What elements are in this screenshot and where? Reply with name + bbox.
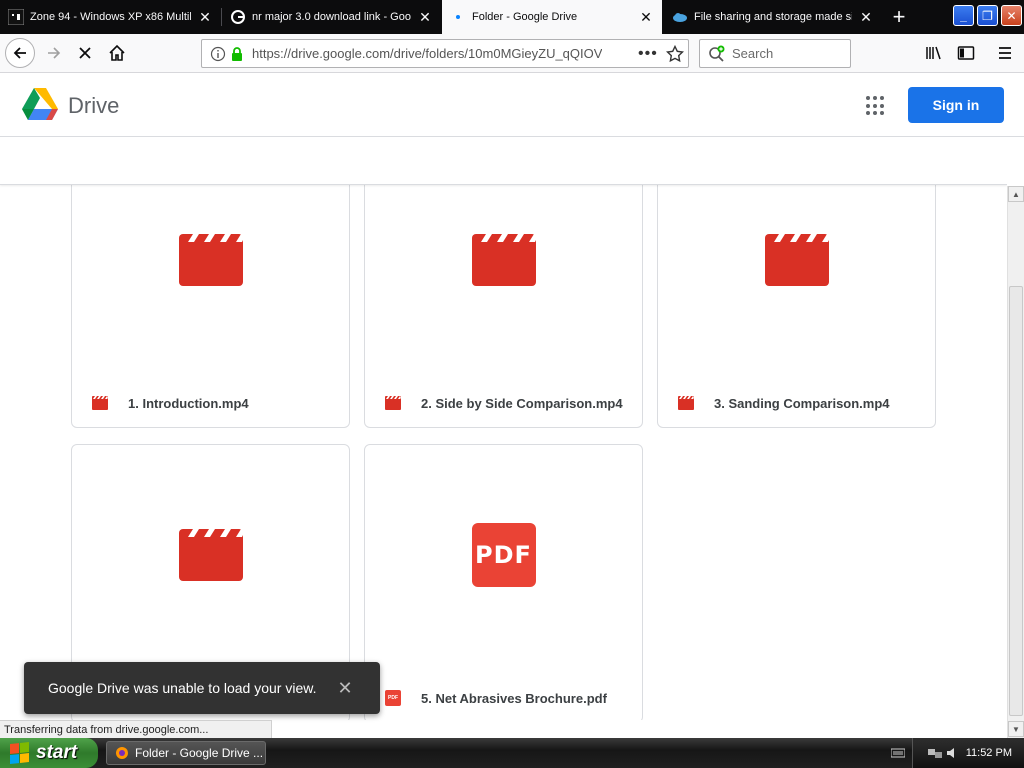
tab-google-drive[interactable]: Folder - Google Drive ✕ [442,0,662,34]
home-icon [109,44,125,61]
video-clapper-icon [178,529,243,581]
video-clapper-icon [764,234,829,286]
forward-arrow-icon [48,47,61,59]
video-file-icon [678,396,694,410]
restore-button[interactable]: ❐ [977,5,998,26]
zone94-icon [8,9,24,25]
google-g-icon [230,9,246,25]
file-name: 2. Side by Side Comparison.mp4 [421,395,623,411]
video-clapper-icon [471,234,536,286]
search-placeholder: Search [732,46,774,61]
start-label: start [36,742,78,763]
library-icon [926,46,941,60]
tab-file-sharing[interactable]: File sharing and storage made sir ✕ [664,0,882,34]
tab-zone94[interactable]: Zone 94 - Windows XP x86 Multili ✕ [0,0,221,34]
cloud-icon [672,9,688,25]
system-tray: 11:52 PM [890,738,1024,768]
network-icon[interactable] [927,746,943,763]
info-icon[interactable] [210,46,226,65]
taskbar-window-label: Folder - Google Drive ... [135,746,264,760]
close-window-button[interactable]: ✕ [1001,5,1022,26]
search-box[interactable]: Search [699,39,851,68]
tab-strip: Zone 94 - Windows XP x86 Multili ✕ nr ma… [0,0,1024,34]
file-footer: PDF 5. Net Abrasives Brochure.pdf [365,674,642,720]
tab-google-search[interactable]: nr major 3.0 download link - Goo ✕ [222,0,441,34]
menu-button[interactable] [991,39,1019,67]
google-drive-logo-icon[interactable] [21,87,59,126]
tab-title: Folder - Google Drive [472,11,578,23]
close-tab-icon[interactable]: ✕ [858,9,874,25]
error-snackbar: Google Drive was unable to load your vie… [24,662,380,714]
minimize-button[interactable]: _ [953,5,974,26]
snackbar-message: Google Drive was unable to load your vie… [48,680,317,696]
forward-button[interactable] [40,39,68,67]
loading-dot-icon [450,9,466,25]
file-thumbnail: PDF [365,445,642,665]
google-apps-grid-icon[interactable] [866,96,886,116]
vertical-scrollbar[interactable]: ▲ ▼ [1007,186,1024,738]
file-card-introduction[interactable]: 1. Introduction.mp4 [71,149,350,428]
stop-x-icon [79,47,91,59]
close-icon[interactable]: ✕ [336,678,354,698]
file-footer: 1. Introduction.mp4 [72,379,349,427]
video-clapper-icon [178,234,243,286]
tab-title: File sharing and storage made sir [694,11,852,23]
close-tab-icon[interactable]: ✕ [197,9,213,25]
library-button[interactable] [920,39,948,67]
pdf-icon: PDF [471,523,536,587]
start-button[interactable]: start [0,738,98,768]
bookmark-star-icon[interactable] [665,44,685,66]
sign-in-button[interactable]: Sign in [908,87,1004,123]
file-card-sanding[interactable]: 3. Sanding Comparison.mp4 [657,149,936,428]
stop-button[interactable] [71,39,99,67]
file-thumbnail [72,445,349,665]
close-tab-icon[interactable]: ✕ [638,9,654,25]
file-card-side-by-side[interactable]: 2. Side by Side Comparison.mp4 [364,149,643,428]
scroll-down-button[interactable]: ▼ [1008,721,1024,737]
url-bar[interactable]: https://drive.google.com/drive/folders/1… [201,39,689,68]
new-tab-button[interactable]: + [884,0,914,34]
drive-header: Drive Sign in [0,73,1024,137]
close-tab-icon[interactable]: ✕ [417,9,433,25]
status-text: Transferring data from drive.google.com.… [0,720,272,738]
file-card-brochure[interactable]: PDF PDF 5. Net Abrasives Brochure.pdf [364,444,643,720]
file-grid-area: 1. Introduction.mp4 2. Side by Side Comp… [0,138,1007,720]
file-footer: 3. Sanding Comparison.mp4 [658,379,935,427]
firefox-icon [116,747,128,759]
video-file-icon [385,396,401,410]
volume-icon[interactable] [945,746,959,763]
tab-title: Zone 94 - Windows XP x86 Multili [30,11,191,23]
home-button[interactable] [103,39,131,67]
tab-title: nr major 3.0 download link - Goo [252,11,411,23]
windows-flag-icon [10,742,30,765]
sidebar-button[interactable] [952,39,980,67]
hamburger-menu-icon [999,47,1011,59]
url-text: https://drive.google.com/drive/folders/1… [252,46,602,61]
taskbar: start Folder - Google Drive ... 11:52 PM [0,738,1024,768]
scroll-up-button[interactable]: ▲ [1008,186,1024,202]
pdf-file-icon: PDF [385,690,401,706]
lock-icon [230,46,244,65]
file-name: 5. Net Abrasives Brochure.pdf [421,690,607,706]
clock[interactable]: 11:52 PM [966,747,1012,759]
file-footer: 2. Side by Side Comparison.mp4 [365,379,642,427]
scrollbar-thumb[interactable] [1009,286,1023,716]
page-actions-icon[interactable]: ••• [638,45,658,63]
navigation-toolbar: https://drive.google.com/drive/folders/1… [0,34,1024,73]
drive-app-name[interactable]: Drive [68,93,119,119]
taskbar-window-firefox[interactable]: Folder - Google Drive ... [106,741,266,765]
file-name: 3. Sanding Comparison.mp4 [714,395,890,411]
file-name: 1. Introduction.mp4 [128,395,249,411]
video-file-icon [92,396,108,410]
keyboard-icon[interactable] [890,747,906,762]
sidebar-icon [957,46,975,60]
search-icon [708,45,726,68]
back-button[interactable] [5,38,35,68]
toolbar-strip [0,138,1007,185]
back-arrow-icon [13,47,26,59]
